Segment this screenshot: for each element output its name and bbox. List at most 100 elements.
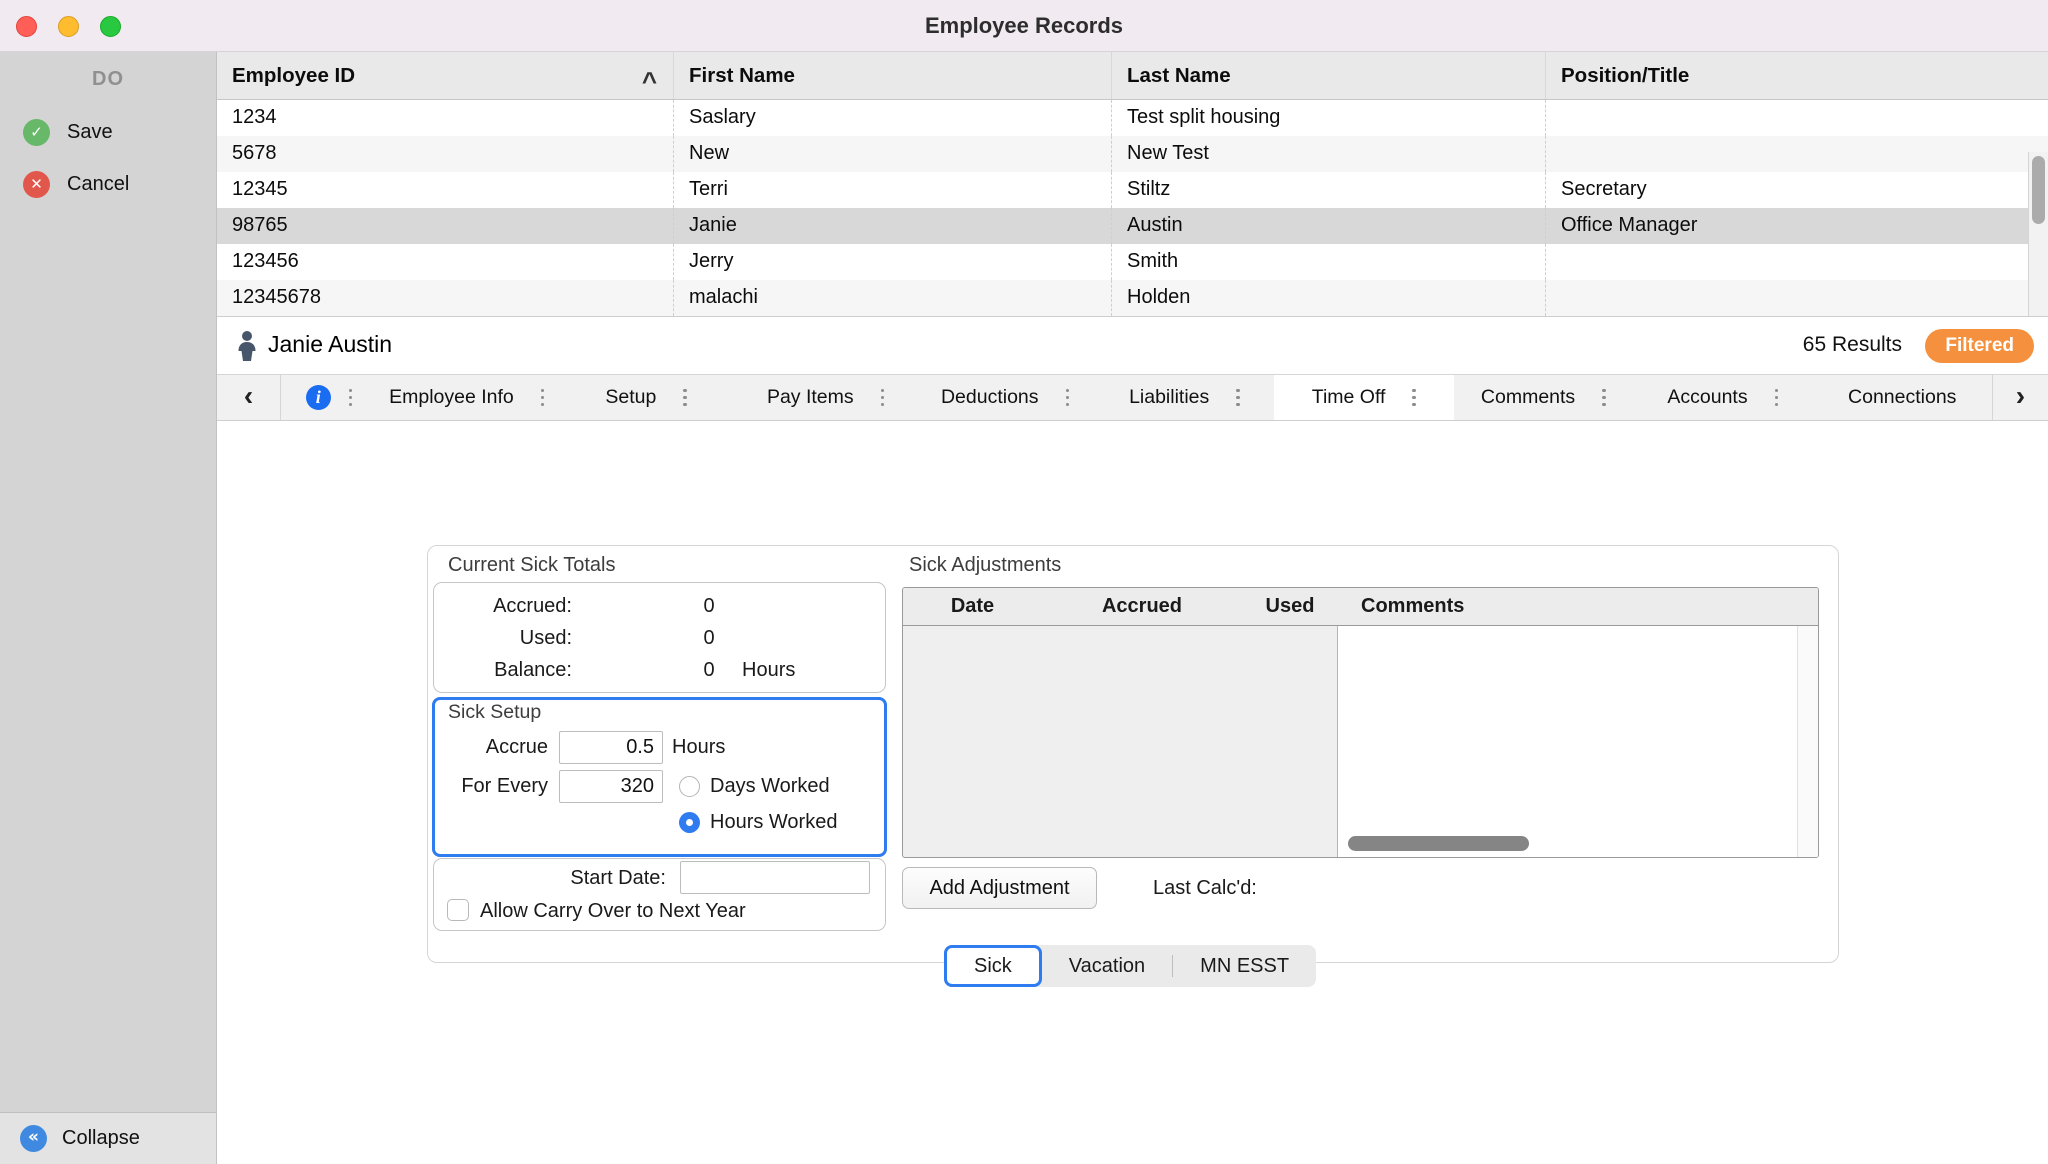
hours-worked-radio[interactable] (679, 812, 700, 833)
comments-horizontal-scrollbar-thumb[interactable] (1348, 836, 1529, 851)
filtered-badge[interactable]: Filtered (1925, 329, 2034, 363)
time-off-panel: Current Sick Totals Accrued: 0 Used: 0 B… (427, 545, 1839, 987)
subtab-vacation[interactable]: Vacation (1042, 945, 1172, 987)
tab-setup[interactable]: Setup (556, 375, 735, 420)
title-bar: Employee Records (0, 0, 2048, 52)
cancel-button[interactable]: Cancel (0, 164, 216, 204)
accrue-unit-label: Hours (672, 736, 726, 758)
adj-column-accrued: Accrued (1101, 595, 1183, 617)
cell-position (1546, 244, 2048, 280)
tab-deductions[interactable]: Deductions (915, 375, 1094, 420)
tab-time-off[interactable]: Time Off (1274, 375, 1454, 420)
adjustments-comments-area[interactable] (1337, 626, 1818, 857)
column-label: First Name (689, 63, 795, 87)
cell-first-name: malachi (674, 280, 1112, 316)
table-row[interactable]: 123456 Jerry Smith (217, 244, 2048, 280)
cell-last-name: Smith (1112, 244, 1546, 280)
cell-employee-id: 12345 (217, 172, 674, 208)
tab-label: Time Off (1311, 386, 1386, 408)
used-value: 0 (703, 626, 715, 649)
start-date-input[interactable] (680, 861, 870, 894)
tab-comments[interactable]: Comments (1454, 375, 1633, 420)
cell-position: Office Manager (1561, 214, 1698, 236)
tab-employee-info[interactable]: Employee Info (377, 375, 556, 420)
tab-menu-icon[interactable] (540, 388, 545, 407)
subtab-sick[interactable]: Sick (944, 945, 1042, 987)
tab-connections[interactable]: Connections (1813, 375, 1992, 420)
column-label: Employee ID (232, 63, 356, 87)
last-calc-label: Last Calc'd: (1153, 877, 1257, 899)
accrue-label: Accrue (485, 736, 548, 758)
cell-employee-id: 123456 (217, 244, 674, 280)
tab-menu-icon[interactable] (683, 388, 687, 407)
sidebar-header: DO (92, 68, 124, 90)
save-button[interactable]: Save (0, 112, 216, 152)
tab-pay-items[interactable]: Pay Items (736, 375, 915, 420)
timeoff-subtabs: Sick Vacation MN ESST (944, 945, 1317, 987)
cell-first-name: Janie (674, 208, 1112, 244)
cell-last-name: New Test (1112, 136, 1546, 172)
collapse-label: Collapse (62, 1127, 140, 1149)
tab-label: Employee Info (389, 386, 514, 408)
x-icon (23, 170, 50, 198)
subtab-mn-esst[interactable]: MN ESST (1173, 945, 1316, 987)
carry-over-checkbox[interactable] (447, 899, 469, 921)
cell-employee-id: 12345678 (217, 280, 674, 316)
cell-employee-id: 98765 (217, 208, 674, 244)
cell-first-name: Jerry (674, 244, 1112, 280)
tab-info[interactable] (281, 375, 377, 420)
cell-first-name: Terri (674, 172, 1112, 208)
comments-vertical-scrollbar[interactable] (1797, 626, 1818, 857)
tab-label: Liabilities (1129, 386, 1210, 408)
employee-table-header: Employee ID First Name Last Name Positio… (217, 52, 2048, 100)
tab-accounts[interactable]: Accounts (1633, 375, 1812, 420)
column-header-employee-id[interactable]: Employee ID (217, 52, 674, 99)
accrued-label: Accrued: (493, 594, 572, 617)
tab-menu-icon[interactable] (1236, 388, 1240, 407)
table-scrollbar-thumb[interactable] (2032, 156, 2045, 224)
tab-menu-icon[interactable] (1602, 388, 1606, 407)
cell-last-name: Holden (1112, 280, 1546, 316)
tab-menu-icon[interactable] (348, 388, 353, 407)
cell-position (1546, 100, 2048, 136)
table-row[interactable]: 12345678 malachi Holden (217, 280, 2048, 316)
column-label: Last Name (1127, 63, 1231, 87)
accrue-hours-input[interactable] (559, 731, 663, 764)
table-row[interactable]: 1234 Saslary Test split housing (217, 100, 2048, 136)
record-bar: Janie Austin 65 Results Filtered (217, 316, 2048, 374)
cell-employee-id: 5678 (217, 136, 674, 172)
employee-table: Employee ID First Name Last Name Positio… (217, 52, 2048, 368)
cell-position (1546, 136, 2048, 172)
balance-label: Balance: (494, 658, 572, 681)
adj-column-comments: Comments (1361, 595, 1465, 617)
cell-position (1546, 280, 2048, 316)
column-header-position-title[interactable]: Position/Title (1546, 52, 2048, 99)
for-every-label: For Every (461, 775, 548, 797)
tab-label: Deductions (940, 386, 1039, 408)
tabs-scroll-right-button[interactable] (1991, 375, 2048, 420)
window-title: Employee Records (924, 13, 1124, 38)
for-every-input[interactable] (559, 770, 663, 803)
table-row[interactable]: 12345 Terri Stiltz Secretary (217, 172, 2048, 208)
add-adjustment-button[interactable]: Add Adjustment (902, 867, 1097, 909)
column-header-first-name[interactable]: First Name (674, 52, 1112, 99)
tab-menu-icon[interactable] (1412, 388, 1417, 407)
record-name: Janie Austin (268, 331, 393, 357)
balance-value: 0 (703, 658, 715, 681)
sort-ascending-icon (642, 66, 657, 97)
sick-adjustments-title: Sick Adjustments (909, 554, 1062, 576)
days-worked-radio[interactable] (679, 776, 700, 797)
tab-menu-icon[interactable] (1774, 388, 1779, 407)
table-row-selected[interactable]: 98765 Janie Austin Office Manager (217, 208, 2048, 244)
current-sick-totals-title: Current Sick Totals (448, 554, 616, 576)
tab-liabilities[interactable]: Liabilities (1095, 375, 1274, 420)
adj-column-date: Date (950, 595, 995, 617)
collapse-button[interactable]: Collapse (0, 1112, 216, 1164)
totals-row: Used: 0 (434, 622, 885, 654)
tabs-scroll-left-button[interactable] (217, 375, 281, 420)
column-header-last-name[interactable]: Last Name (1112, 52, 1546, 99)
table-row[interactable]: 5678 New New Test (217, 136, 2048, 172)
adjustments-body (903, 626, 1818, 857)
tab-menu-icon[interactable] (1065, 388, 1070, 407)
tab-menu-icon[interactable] (880, 388, 885, 407)
